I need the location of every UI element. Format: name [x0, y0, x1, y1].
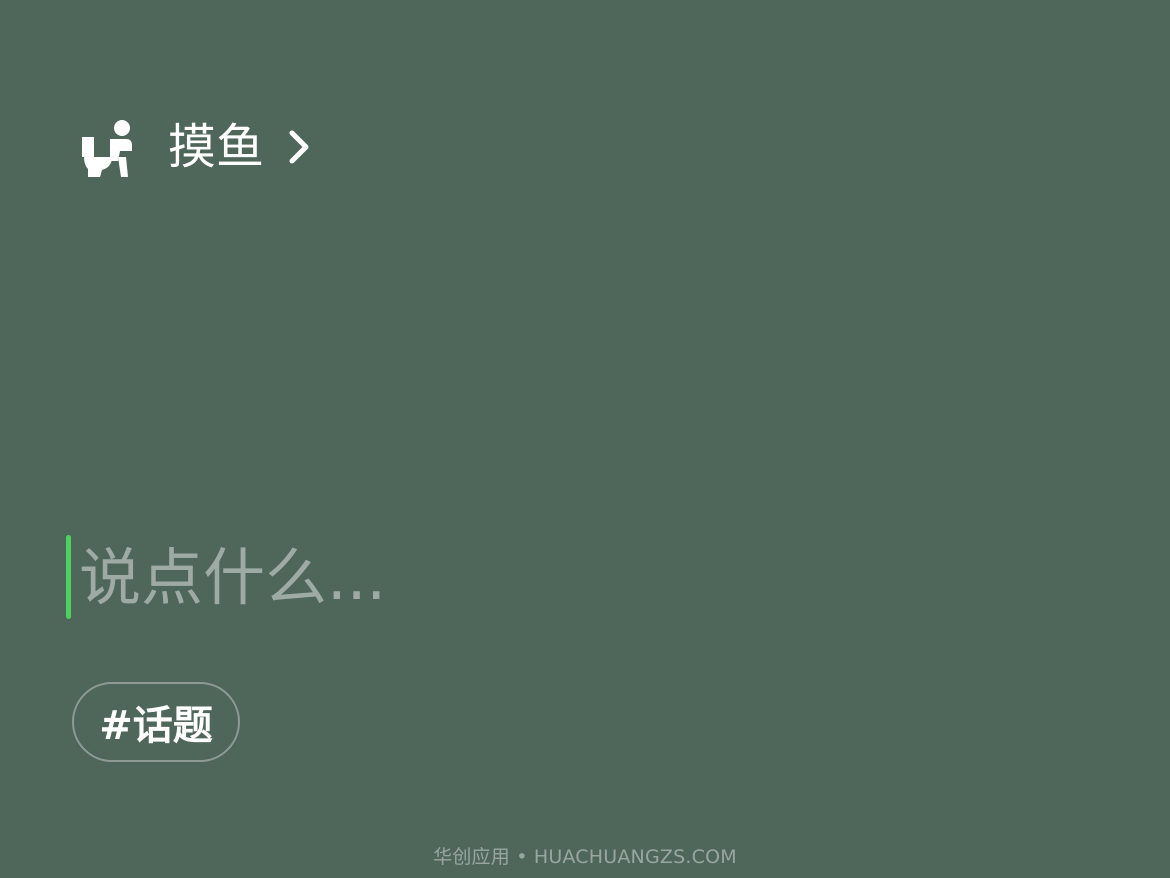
chevron-right-icon: [286, 127, 314, 167]
topic-button[interactable]: #话题: [72, 682, 240, 762]
topic-label: #话题: [99, 703, 213, 749]
text-caret: [66, 535, 71, 619]
watermark-text: 华创应用 • HUACHUANGZS.COM: [433, 846, 737, 868]
status-selector[interactable]: 摸鱼: [80, 112, 314, 182]
person-sitting-toilet-icon: [80, 117, 138, 177]
post-text-input[interactable]: [79, 535, 1096, 619]
compose-area: [66, 534, 1096, 620]
status-label: 摸鱼: [168, 119, 265, 175]
